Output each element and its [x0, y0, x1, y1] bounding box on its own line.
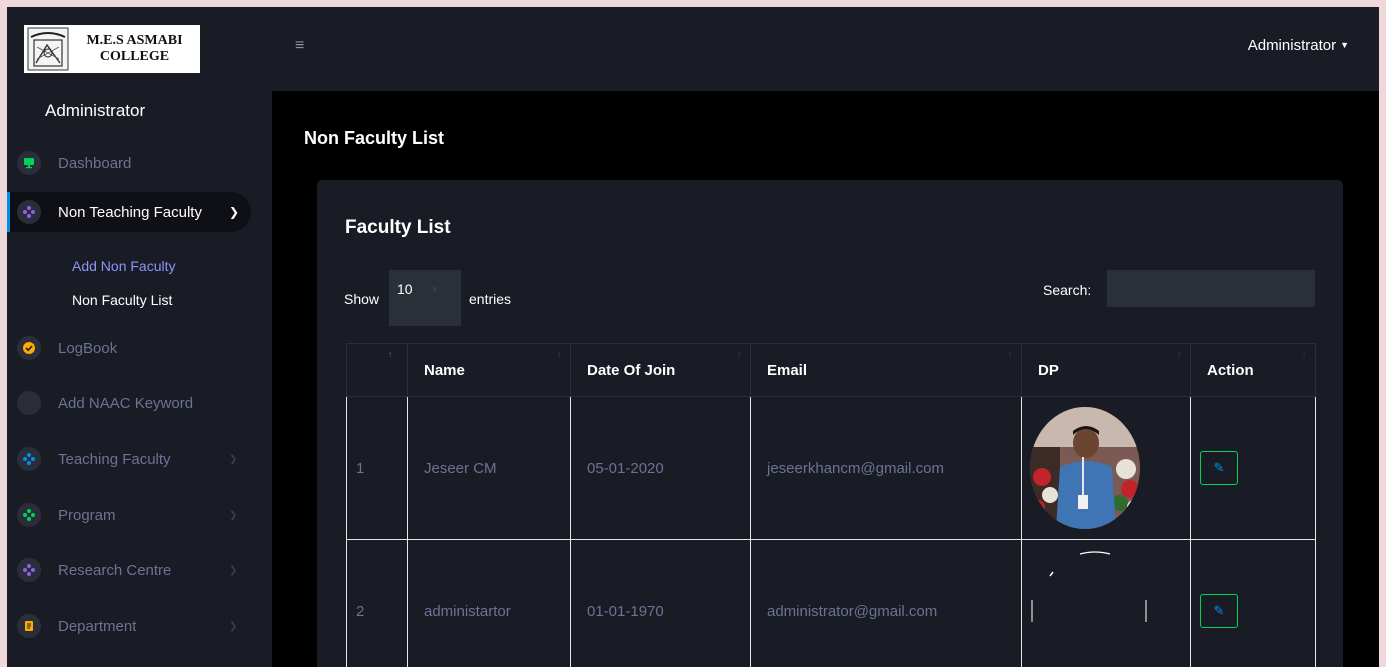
- table-header-row: ↑ Name ↕ Date Of Join ↕ Email ↕ DP ↕ Act…: [346, 343, 1316, 397]
- row-action-cell: ✎: [1190, 396, 1316, 540]
- chevron-down-icon: ∨: [431, 284, 439, 295]
- college-name-line1: M.E.S ASMABI: [86, 33, 183, 48]
- sidebar-item-label: Dashboard: [58, 154, 132, 172]
- caret-down-icon: ▼: [1340, 40, 1349, 50]
- sidebar-item-label: Non Teaching Faculty: [58, 203, 202, 221]
- search-input[interactable]: [1107, 270, 1315, 307]
- row-index: 2: [346, 539, 408, 667]
- sort-asc-icon: ↑: [388, 350, 392, 359]
- sidebar-user-name: Administrator: [45, 101, 146, 120]
- column-header-email[interactable]: Email ↕: [750, 343, 1022, 397]
- app-frame: M.E.S ASMABI COLLEGE Administrator Dashb…: [7, 7, 1379, 667]
- row-name: administartor: [407, 539, 571, 667]
- sidebar-item-department[interactable]: Department ❯: [7, 606, 272, 646]
- column-header-date-of-join[interactable]: Date Of Join ↕: [570, 343, 751, 397]
- top-navbar: ≡ Administrator ▼: [272, 7, 1379, 91]
- card-title: Faculty List: [345, 217, 451, 238]
- sort-icon: ↕: [1177, 350, 1181, 359]
- sidebar-item-logbook[interactable]: LogBook: [7, 328, 272, 368]
- table-row: 1 Jeseer CM 05-01-2020 jeseerkhancm@gmai…: [346, 396, 1316, 540]
- column-header-label: Action: [1207, 361, 1254, 379]
- avatar: [1030, 407, 1140, 529]
- show-label: Show: [344, 291, 380, 307]
- entries-label: entries: [469, 291, 512, 307]
- row-date-of-join: 01-01-1970: [570, 539, 751, 667]
- blank-icon: [17, 391, 41, 415]
- faculty-table: ↑ Name ↕ Date Of Join ↕ Email ↕ DP ↕ Act…: [346, 343, 1316, 667]
- edit-icon: ✎: [1213, 460, 1225, 475]
- row-dp-cell: [1021, 539, 1191, 667]
- nodes-icon: [17, 200, 41, 224]
- sidebar-item-dashboard[interactable]: Dashboard: [7, 143, 272, 183]
- row-name: Jeseer CM: [407, 396, 571, 540]
- sidebar-item-label: Teaching Faculty: [58, 450, 171, 468]
- sort-icon: ↕: [1008, 350, 1012, 359]
- sidebar-item-research-centre[interactable]: Research Centre ❯: [7, 550, 272, 590]
- sidebar-item-add-naac-keyword[interactable]: Add NAAC Keyword: [7, 383, 272, 423]
- sidebar-item-label: Research Centre: [58, 561, 172, 579]
- sidebar-item-label: Program: [58, 506, 116, 524]
- entries-per-page-select[interactable]: 10 ∨: [389, 270, 461, 326]
- column-header-index[interactable]: ↑: [346, 343, 408, 397]
- row-date-of-join: 05-01-2020: [570, 396, 751, 540]
- sidebar-item-label: LogBook: [58, 339, 118, 357]
- sidebar-item-teaching-faculty[interactable]: Teaching Faculty ❯: [7, 439, 272, 479]
- column-header-label: Email: [767, 361, 808, 379]
- college-emblem-icon: [27, 27, 69, 71]
- row-action-cell: ✎: [1190, 539, 1316, 667]
- column-header-name[interactable]: Name ↕: [407, 343, 571, 397]
- broken-image-icon: [1031, 551, 1147, 622]
- nodes-icon: [17, 447, 41, 471]
- sidebar-subitem-add-non-faculty[interactable]: Add Non Faculty: [72, 258, 176, 274]
- sidebar-item-label: Department: [58, 617, 137, 635]
- column-header-label: Date Of Join: [587, 361, 676, 379]
- hamburger-icon[interactable]: ≡: [295, 37, 304, 55]
- college-logo[interactable]: M.E.S ASMABI COLLEGE: [24, 25, 200, 73]
- chevron-down-icon: ❯: [229, 564, 238, 576]
- edit-button[interactable]: ✎: [1200, 594, 1238, 628]
- monitor-icon: [17, 151, 41, 175]
- column-header-dp[interactable]: DP ↕: [1021, 343, 1191, 397]
- chevron-down-icon: ❯: [229, 620, 238, 632]
- column-header-label: Name: [424, 361, 465, 379]
- column-header-action[interactable]: Action ↕: [1190, 343, 1316, 397]
- edit-icon: ✎: [1213, 603, 1225, 618]
- entries-per-page-value: 10: [397, 281, 413, 297]
- row-index: 1: [346, 396, 408, 540]
- college-name-line2: COLLEGE: [99, 49, 170, 64]
- faculty-list-card: Faculty List Show 10 ∨ entries Search: ↑: [317, 180, 1343, 667]
- sidebar-subitem-non-faculty-list[interactable]: Non Faculty List: [72, 292, 172, 308]
- row-dp-cell: [1021, 396, 1191, 540]
- sidebar: M.E.S ASMABI COLLEGE Administrator Dashb…: [7, 7, 272, 667]
- nodes-icon: [17, 558, 41, 582]
- nodes-icon: [17, 503, 41, 527]
- row-email: jeseerkhancm@gmail.com: [750, 396, 1022, 540]
- page-title: Non Faculty List: [304, 128, 445, 148]
- college-name: M.E.S ASMABI COLLEGE: [69, 33, 200, 65]
- chevron-down-icon: ❯: [229, 205, 240, 219]
- sidebar-item-label: Add NAAC Keyword: [58, 394, 194, 412]
- sort-icon: ↕: [557, 350, 561, 359]
- sort-icon: ↕: [737, 350, 741, 359]
- sidebar-item-non-teaching-faculty[interactable]: Non Teaching Faculty ❯: [7, 192, 251, 232]
- column-header-label: DP: [1038, 361, 1059, 379]
- edit-button[interactable]: ✎: [1200, 451, 1238, 485]
- row-email: administrator@gmail.com: [750, 539, 1022, 667]
- table-row: 2 administartor 01-01-1970 administrator…: [346, 539, 1316, 667]
- chevron-down-icon: ❯: [229, 509, 238, 521]
- sidebar-item-program[interactable]: Program ❯: [7, 495, 272, 535]
- sidebar-item-more[interactable]: [7, 659, 272, 667]
- search-label: Search:: [1043, 282, 1092, 298]
- chevron-down-icon: ❯: [229, 453, 238, 465]
- document-icon: [17, 614, 41, 638]
- user-menu-label: Administrator: [1247, 37, 1337, 54]
- sort-icon: ↕: [1302, 350, 1306, 359]
- check-circle-icon: [17, 336, 41, 360]
- user-menu-dropdown[interactable]: Administrator ▼: [1248, 37, 1349, 54]
